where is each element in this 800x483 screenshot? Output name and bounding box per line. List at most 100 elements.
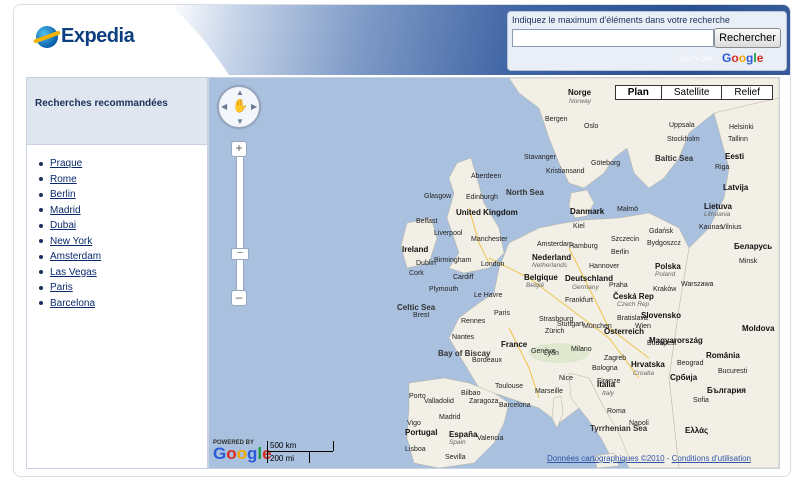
city-label: Marseille — [535, 388, 564, 395]
city-label: Genève — [531, 348, 556, 355]
city-label: Manchester — [471, 236, 508, 243]
country-label: France — [501, 340, 528, 349]
country-label: Lietuva — [704, 202, 733, 211]
expedia-logo[interactable]: Expedia — [36, 25, 135, 48]
country-label: Danmark — [570, 207, 605, 216]
city-label: Belfast — [416, 218, 438, 225]
recommended-list: Praque Rome Berlin Madrid Dubai New York… — [39, 156, 101, 311]
city-label: Zaragoza — [469, 398, 499, 405]
city-label: Minsk — [739, 258, 758, 265]
city-label: Bologna — [592, 365, 618, 372]
city-label: Edinburgh — [466, 194, 498, 201]
country-label: Беларусь — [734, 242, 773, 251]
city-label: Kaunas — [699, 224, 723, 231]
city-label: Frankfurt — [565, 297, 594, 304]
list-item: Rome — [39, 172, 101, 188]
recommended-link[interactable]: Paris — [50, 280, 73, 296]
zoom-slider[interactable] — [236, 155, 244, 297]
recommended-link[interactable]: Madrid — [50, 203, 81, 219]
recommended-link[interactable]: Praque — [50, 156, 82, 172]
city-label: Vigo — [407, 420, 421, 427]
city-label: Sevilla — [445, 454, 466, 461]
page-frame: Expedia Indiquez le maximum d'éléments d… — [13, 4, 791, 477]
sea-label: Baltic Sea — [655, 154, 694, 163]
recommended-link[interactable]: Rome — [50, 172, 77, 188]
country-label: Hrvatska — [631, 360, 665, 369]
map-type-plan[interactable]: Plan — [616, 86, 661, 99]
city-label: Kiel — [573, 223, 585, 230]
map-type-relief[interactable]: Relief — [721, 86, 772, 99]
city-label: Milano — [571, 346, 592, 353]
city-label: Valladolid — [424, 398, 454, 405]
country-label: Poland — [655, 271, 676, 278]
city-label: Riga — [715, 164, 730, 171]
zoom-out-button[interactable]: – — [231, 290, 247, 306]
search-button[interactable]: Rechercher — [714, 28, 781, 48]
google-logo: Google — [722, 51, 764, 65]
zoom-slider-handle[interactable]: – — [231, 248, 249, 260]
header: Expedia Indiquez le maximum d'éléments d… — [14, 5, 790, 75]
sidebar-header: Recherches recommandées — [27, 78, 207, 145]
country-label: België — [526, 282, 545, 289]
city-label: Kristiansand — [546, 168, 585, 175]
recommended-link[interactable]: Barcelona — [50, 296, 95, 312]
city-label: Valencia — [477, 435, 504, 442]
city-label: Sofia — [693, 397, 709, 404]
city-label: Stuttgart — [557, 321, 584, 328]
city-label: Szczecin — [611, 236, 640, 243]
sidebar: Recherches recommandées Praque Rome Berl… — [26, 77, 208, 469]
city-label: Kraków — [653, 286, 677, 293]
list-item: Berlin — [39, 187, 101, 203]
pan-left-icon[interactable]: ◀ — [221, 102, 227, 111]
city-label: Göteborg — [591, 160, 621, 167]
list-item: Dubai — [39, 218, 101, 234]
country-label: Netherlands — [532, 262, 568, 269]
list-item: Paris — [39, 280, 101, 296]
city-label: Bergen — [545, 116, 568, 123]
pan-down-icon[interactable]: ▼ — [236, 117, 244, 126]
google-map-logo: Google — [213, 444, 272, 463]
pan-right-icon[interactable]: ▶ — [251, 102, 257, 111]
city-label: Toulouse — [495, 383, 524, 390]
city-label: Barcelona — [499, 402, 531, 409]
pan-up-icon[interactable]: ▲ — [236, 88, 244, 97]
recommended-link[interactable]: Las Vegas — [50, 265, 97, 281]
list-item: New York — [39, 234, 101, 250]
recommended-link[interactable]: Berlin — [50, 187, 76, 203]
map-view[interactable]: Norge Norway United Kingdom Ireland Nede… — [208, 77, 780, 469]
city-label: Zagreb — [604, 355, 627, 362]
city-label: Stockholm — [667, 136, 700, 143]
pan-control[interactable]: ✋ ▲ ▼ ◀ ▶ — [218, 86, 260, 128]
city-label: München — [583, 323, 612, 330]
city-label: Bucuresti — [718, 368, 748, 375]
list-item: Las Vegas — [39, 265, 101, 281]
country-label: Česká Rep — [613, 292, 654, 301]
city-label: Birmingham — [434, 257, 472, 264]
city-label: Paris — [494, 310, 510, 317]
list-item: Amsterdam — [39, 249, 101, 265]
search-input[interactable] — [512, 29, 714, 47]
recommended-link[interactable]: Amsterdam — [50, 249, 101, 265]
country-label: Germany — [572, 284, 599, 291]
city-label: Helsinki — [729, 124, 754, 131]
terms-link[interactable]: Conditions d'utilisation — [672, 454, 751, 463]
city-label: Malmö — [617, 206, 639, 213]
scale-bar: 500 km 200 mi — [265, 438, 335, 464]
city-label: Roma — [607, 408, 626, 415]
map-type-satellite[interactable]: Satellite — [660, 86, 722, 99]
city-label: Wien — [635, 323, 651, 330]
hand-icon: ✋ — [232, 98, 249, 113]
city-label: London — [481, 261, 505, 268]
list-item: Praque — [39, 156, 101, 172]
country-label: Lithuania — [704, 211, 731, 218]
powered-by-label: fourni par — [679, 54, 713, 63]
city-label: Vilnius — [721, 224, 742, 231]
city-label: Firenze — [597, 378, 621, 385]
zoom-in-button[interactable]: + — [231, 141, 247, 157]
city-label: Nantes — [452, 334, 475, 341]
powered-by-google[interactable]: POWERED BY Google — [213, 440, 272, 462]
city-label: Budapest — [647, 340, 677, 347]
recommended-link[interactable]: New York — [50, 234, 92, 250]
city-label: Warszawa — [681, 281, 714, 288]
recommended-link[interactable]: Dubai — [50, 218, 76, 234]
